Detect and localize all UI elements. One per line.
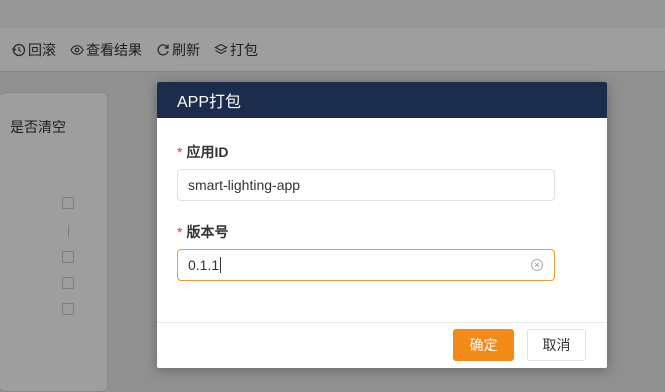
dialog-title: APP打包 bbox=[177, 94, 242, 111]
version-label: * 版本号 bbox=[177, 222, 228, 242]
version-label-text: 版本号 bbox=[186, 224, 229, 240]
version-value: 0.1.1 bbox=[188, 257, 220, 273]
package-dialog: APP打包 * 应用ID smart-lighting-app * 版本号 0.1.… bbox=[157, 82, 607, 368]
app-id-label: * 应用ID bbox=[177, 142, 228, 162]
confirm-button[interactable]: 确定 bbox=[453, 329, 514, 361]
cancel-button[interactable]: 取消 bbox=[527, 329, 586, 361]
dialog-header: APP打包 bbox=[157, 82, 607, 118]
required-mark: * bbox=[177, 144, 183, 160]
app-id-value: smart-lighting-app bbox=[188, 177, 301, 193]
app-id-label-text: 应用ID bbox=[186, 144, 229, 160]
required-mark: * bbox=[177, 224, 183, 240]
app-id-input[interactable]: smart-lighting-app bbox=[177, 169, 555, 201]
dialog-footer: 确定 取消 bbox=[157, 322, 607, 368]
clear-circle-icon[interactable] bbox=[530, 258, 544, 272]
text-caret bbox=[220, 257, 222, 273]
dialog-body: * 应用ID smart-lighting-app * 版本号 0.1.1 bbox=[157, 118, 607, 322]
version-input[interactable]: 0.1.1 bbox=[177, 249, 555, 281]
